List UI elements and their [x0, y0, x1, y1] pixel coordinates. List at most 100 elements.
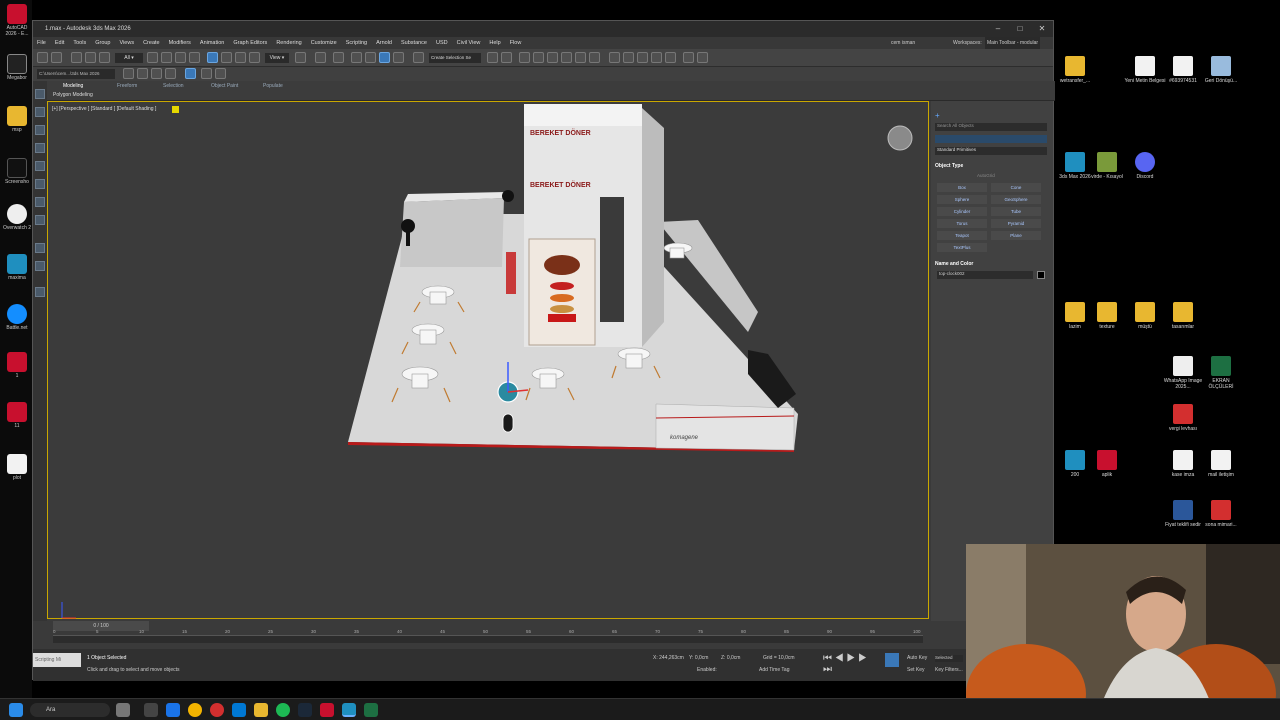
- perspective-viewport[interactable]: [+] [Perspective ] [Standard ] [Default …: [47, 101, 929, 619]
- isolate-button[interactable]: [185, 68, 196, 79]
- create-textplus-button[interactable]: TextPlus: [937, 243, 987, 252]
- windows-start-icon[interactable]: [9, 703, 23, 717]
- object-type-header[interactable]: Object Type: [935, 163, 1047, 169]
- reference-coord-dropdown[interactable]: View ▾: [265, 53, 289, 63]
- edge-browser-icon[interactable]: [232, 703, 246, 717]
- window-crossing-button[interactable]: [189, 52, 200, 63]
- render-setup-button[interactable]: [609, 52, 620, 63]
- workspace-dropdown[interactable]: Main Toolbar - modular: [985, 37, 1041, 49]
- arnold-render-button[interactable]: [665, 52, 676, 63]
- desktop-icon-9[interactable]: texture: [1086, 302, 1128, 330]
- menu-create[interactable]: Create: [143, 37, 160, 49]
- object-name-field[interactable]: top-clock002: [937, 271, 1033, 279]
- chrome-icon[interactable]: [188, 703, 202, 717]
- file-explorer-icon[interactable]: [254, 703, 268, 717]
- time-config-button[interactable]: [885, 653, 899, 667]
- create-categories-row[interactable]: [935, 135, 1047, 143]
- desktop-icon-6[interactable]: virde - Kısayol: [1086, 152, 1128, 180]
- pivot-center-button[interactable]: [295, 52, 306, 63]
- create-tab-icon[interactable]: +: [935, 111, 940, 120]
- key-selection-dropdown[interactable]: Selected: [935, 655, 963, 662]
- strip-tool-2[interactable]: [35, 107, 45, 117]
- ribbon-tab-modeling[interactable]: Modeling: [63, 83, 83, 89]
- ribbon-tab-object-paint[interactable]: Object Paint: [211, 83, 238, 89]
- create-cone-button[interactable]: Cone: [991, 183, 1041, 192]
- menu-help[interactable]: Help: [489, 37, 500, 49]
- menu-scripting[interactable]: Scripting: [346, 37, 367, 49]
- desktop-icon-14[interactable]: vergi levhası: [1162, 404, 1204, 432]
- percent-snap-button[interactable]: [379, 52, 390, 63]
- search-objects-field[interactable]: Search All Objects: [935, 123, 1047, 131]
- menu-substance[interactable]: Substance: [401, 37, 427, 49]
- name-and-color-header[interactable]: Name and Color: [935, 261, 1047, 267]
- curve-editor-button[interactable]: [561, 52, 572, 63]
- create-cylinder-button[interactable]: Cylinder: [937, 207, 987, 216]
- playback-controls[interactable]: ⏮ ◀ ▶ ▶ ⏭: [823, 653, 873, 675]
- ide-button[interactable]: [683, 52, 694, 63]
- ribbon-tab-populate[interactable]: Populate: [263, 83, 283, 89]
- named-selection-dropdown[interactable]: Create Selection Se: [429, 53, 481, 63]
- strip-tool-5[interactable]: [35, 161, 45, 171]
- angle-snap-button[interactable]: [365, 52, 376, 63]
- desktop-icon-overwatch[interactable]: Overwatch 2: [2, 204, 32, 231]
- flow-button[interactable]: [697, 52, 708, 63]
- menu-flow[interactable]: Flow: [510, 37, 522, 49]
- rect-selection-button[interactable]: [175, 52, 186, 63]
- strip-tool-11[interactable]: [35, 287, 45, 297]
- menu-views[interactable]: Views: [120, 37, 135, 49]
- strip-tool-7[interactable]: [35, 197, 45, 207]
- toggle-layer-explorer-button[interactable]: [533, 52, 544, 63]
- select-by-name-button[interactable]: [161, 52, 172, 63]
- autocad-taskbar-icon[interactable]: [320, 703, 334, 717]
- unlink-button[interactable]: [85, 52, 96, 63]
- desktop-icon-17[interactable]: kase imza: [1162, 450, 1204, 478]
- menu-customize[interactable]: Customize: [311, 37, 337, 49]
- layer-select-button[interactable]: [165, 68, 176, 79]
- user-account[interactable]: cem isman: [891, 37, 915, 49]
- desktop-icon-4[interactable]: Geri Dönüşü...: [1200, 56, 1242, 84]
- edit-named-selection-button[interactable]: [413, 52, 424, 63]
- rendered-frame-window-button[interactable]: [623, 52, 634, 63]
- menu-usd[interactable]: USD: [436, 37, 448, 49]
- create-pyramid-button[interactable]: Pyramid: [991, 219, 1041, 228]
- 3dsmax-taskbar-icon[interactable]: [342, 703, 356, 717]
- object-color-swatch[interactable]: [1037, 271, 1045, 279]
- keyboard-shortcut-override-button[interactable]: [333, 52, 344, 63]
- select-object-button[interactable]: [147, 52, 158, 63]
- maxscript-listener[interactable]: Scripting Mi: [33, 653, 81, 667]
- material-editor-button[interactable]: [589, 52, 600, 63]
- desktop-icon-3[interactable]: #693974531: [1162, 56, 1204, 84]
- strip-tool-4[interactable]: [35, 143, 45, 153]
- toggle-scene-explorer-button[interactable]: [519, 52, 530, 63]
- coord-z[interactable]: Z: 0,0cm: [721, 655, 740, 661]
- menu-tools[interactable]: Tools: [73, 37, 86, 49]
- add-time-tag[interactable]: Add Time Tag: [759, 667, 789, 673]
- desktop-icon-11[interactable]: tasarımlar: [1162, 302, 1204, 330]
- bind-spacewarp-button[interactable]: [99, 52, 110, 63]
- primitive-type-dropdown[interactable]: Standard Primitives: [935, 147, 1047, 155]
- align-button[interactable]: [501, 52, 512, 63]
- select-rotate-button[interactable]: [221, 52, 232, 63]
- taskbar-search[interactable]: Ara: [30, 703, 110, 717]
- desktop-icon-2[interactable]: Yeni Metin Belgesi: [1124, 56, 1166, 84]
- desktop-icon-msp[interactable]: msp: [2, 106, 32, 133]
- ribbon-polygon-modeling[interactable]: Polygon Modeling: [53, 92, 93, 98]
- opera-icon[interactable]: [210, 703, 224, 717]
- menu-animation[interactable]: Animation: [200, 37, 224, 49]
- menu-civil-view[interactable]: Civil View: [457, 37, 481, 49]
- set-key-button[interactable]: Set Key: [907, 667, 925, 673]
- key-filters-button[interactable]: Key Filters...: [935, 667, 963, 673]
- create-torus-button[interactable]: Torus: [937, 219, 987, 228]
- mirror-button[interactable]: [487, 52, 498, 63]
- snaps-toggle-button[interactable]: [351, 52, 362, 63]
- strip-tool-3[interactable]: [35, 125, 45, 135]
- desktop-icon-20[interactable]: sona mimari...: [1200, 500, 1242, 528]
- render-in-cloud-button[interactable]: [651, 52, 662, 63]
- desktop-icon-1[interactable]: wetransfer_...: [1054, 56, 1096, 84]
- close-button[interactable]: ✕: [1031, 21, 1053, 37]
- selection-filter-dropdown[interactable]: All ▾: [115, 53, 143, 63]
- coord-y[interactable]: Y: 0,0cm: [689, 655, 708, 661]
- strip-tool-9[interactable]: [35, 243, 45, 253]
- redo-button[interactable]: [51, 52, 62, 63]
- project-path[interactable]: C:\Users\cem...\3ds Max 2026: [37, 69, 115, 79]
